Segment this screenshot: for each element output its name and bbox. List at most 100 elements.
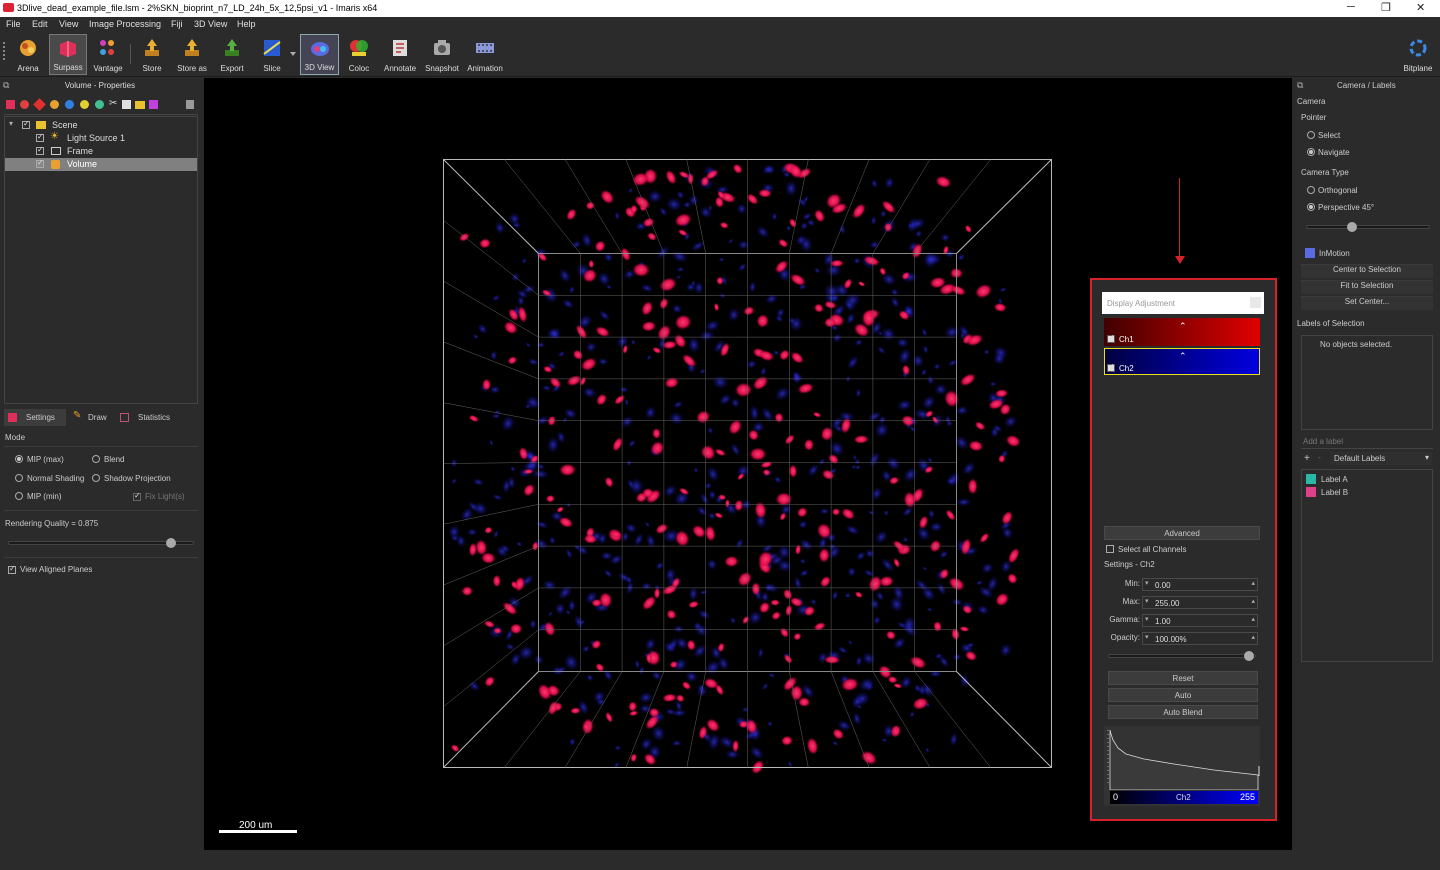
select-all-channels-checkbox[interactable] <box>1106 545 1114 553</box>
slice-button[interactable]: Slice <box>256 34 288 75</box>
add-frame-icon[interactable] <box>95 100 104 109</box>
pointer-navigate-radio[interactable] <box>1307 148 1315 156</box>
add-cells-icon[interactable] <box>65 100 74 109</box>
gamma-field[interactable]: ▾ 1.00 ▴ <box>1142 614 1258 627</box>
add-label-input[interactable]: Add a label <box>1303 437 1343 446</box>
tree-item-scene[interactable]: ▾ Scene <box>5 119 197 132</box>
label-set-dropdown[interactable]: Default Labels ▾ <box>1330 452 1432 465</box>
rendering-quality-thumb[interactable] <box>165 538 176 548</box>
store-as-button[interactable]: Store as <box>174 34 210 75</box>
volume-checkbox[interactable] <box>36 158 44 168</box>
frame-checkbox[interactable] <box>36 145 44 155</box>
ch1-checkbox[interactable] <box>1107 333 1115 343</box>
snapshot-button[interactable]: Snapshot <box>423 34 461 75</box>
menu-help[interactable]: Help <box>237 19 256 29</box>
tree-item-volume[interactable]: Volume <box>5 158 197 171</box>
ch2-channel-bar[interactable]: Ch2 ⌃ <box>1104 348 1260 375</box>
remove-label-icon[interactable]: - <box>1318 453 1321 462</box>
mode-shadow-projection-radio[interactable] <box>92 474 100 482</box>
scissors-icon[interactable]: ✂ <box>109 98 117 109</box>
menu-3d-view[interactable]: 3D View <box>194 19 227 29</box>
ch2-checkbox[interactable] <box>1107 362 1115 372</box>
undock-icon[interactable]: ⧉ <box>1297 80 1303 91</box>
max-dropdown-icon[interactable]: ▾ <box>1145 597 1149 605</box>
max-spin-icon[interactable]: ▴ <box>1251 597 1255 605</box>
view-aligned-planes-checkbox[interactable] <box>8 564 16 574</box>
tab-settings[interactable]: Settings <box>4 409 66 426</box>
tree-item-frame[interactable]: Frame <box>5 145 197 158</box>
annotate-button[interactable]: Annotate <box>381 34 419 75</box>
tree-item-light-source[interactable]: ☀ Light Source 1 <box>5 131 197 145</box>
animation-button[interactable]: Animation <box>465 34 505 75</box>
bitplane-button[interactable]: Bitplane <box>1400 34 1436 75</box>
pointer-select-radio[interactable] <box>1307 131 1315 139</box>
menu-view[interactable]: View <box>59 19 78 29</box>
close-button[interactable]: ✕ <box>1416 1 1425 14</box>
add-light-icon[interactable] <box>80 100 89 109</box>
min-spin-icon[interactable]: ▴ <box>1251 579 1255 587</box>
auto-blend-button[interactable]: Auto Blend <box>1108 705 1258 719</box>
perspective-radio[interactable] <box>1307 203 1315 211</box>
close-panel-icon[interactable] <box>1250 297 1261 308</box>
delete-icon[interactable] <box>186 100 194 109</box>
opacity-slider[interactable] <box>1108 654 1256 658</box>
opacity-slider-thumb[interactable] <box>1244 651 1254 661</box>
fit-to-selection-button[interactable]: Fit to Selection <box>1301 280 1433 294</box>
add-measurement-icon[interactable] <box>149 100 158 109</box>
mode-mip-min-radio[interactable] <box>15 492 23 500</box>
scene-checkbox[interactable] <box>22 119 30 129</box>
ch2-handle-icon[interactable]: ⌃ <box>1179 351 1187 362</box>
vantage-button[interactable]: Vantage <box>90 34 126 75</box>
perspective-slider-thumb[interactable] <box>1347 222 1357 232</box>
mode-blend-radio[interactable] <box>92 455 100 463</box>
gamma-spin-icon[interactable]: ▴ <box>1251 615 1255 623</box>
minimize-button[interactable]: ─ <box>1347 1 1355 13</box>
ch1-handle-icon[interactable]: ⌃ <box>1179 321 1187 332</box>
advanced-button[interactable]: Advanced <box>1104 526 1260 540</box>
toolbar-grip[interactable] <box>3 42 7 60</box>
export-button[interactable]: Export <box>215 34 249 75</box>
add-surfaces-icon[interactable] <box>20 100 29 109</box>
opacity-dropdown-icon[interactable]: ▾ <box>1145 633 1149 641</box>
min-field[interactable]: ▾ 0.00 ▴ <box>1142 578 1258 591</box>
add-clipping-plane-icon[interactable] <box>122 100 131 109</box>
opacity-spin-icon[interactable]: ▴ <box>1251 633 1255 641</box>
menu-image-processing[interactable]: Image Processing <box>89 19 161 29</box>
tab-draw[interactable]: ✎ Draw <box>70 409 114 426</box>
3d-view-button[interactable]: 3D View <box>300 34 339 75</box>
arena-button[interactable]: Arena <box>11 34 45 75</box>
add-filaments-icon[interactable] <box>33 98 46 111</box>
menu-edit[interactable]: Edit <box>32 19 48 29</box>
ch1-channel-bar[interactable]: Ch1 ⌃ <box>1104 318 1260 346</box>
menu-fiji[interactable]: Fiji <box>171 19 183 29</box>
min-dropdown-icon[interactable]: ▾ <box>1145 579 1149 587</box>
coloc-button[interactable]: Coloc <box>344 34 374 75</box>
opacity-field[interactable]: ▾ 100.00% ▴ <box>1142 632 1258 645</box>
max-field[interactable]: ▾ 255.00 ▴ <box>1142 596 1258 609</box>
collapse-icon[interactable]: ▾ <box>9 119 13 128</box>
slice-dropdown-arrow-icon[interactable] <box>290 52 296 56</box>
add-label-plus-icon[interactable]: + <box>1304 453 1310 464</box>
add-group-icon[interactable] <box>135 101 145 109</box>
menu-file[interactable]: File <box>6 19 21 29</box>
add-spots-icon[interactable] <box>50 100 59 109</box>
fix-lights-checkbox[interactable] <box>133 491 141 501</box>
add-volume-icon[interactable] <box>6 100 15 109</box>
mode-mip-max-radio[interactable] <box>15 455 23 463</box>
restore-button[interactable]: ❐ <box>1381 1 1391 14</box>
center-to-selection-button[interactable]: Center to Selection <box>1301 264 1433 278</box>
orthogonal-radio[interactable] <box>1307 186 1315 194</box>
label-a-text[interactable]: Label A <box>1321 475 1348 484</box>
store-button[interactable]: Store <box>136 34 168 75</box>
reset-button[interactable]: Reset <box>1108 671 1258 685</box>
tab-statistics[interactable]: Statistics <box>118 409 178 426</box>
auto-button[interactable]: Auto <box>1108 688 1258 702</box>
set-center-button[interactable]: Set Center... <box>1301 296 1433 310</box>
light-source-checkbox[interactable] <box>36 132 44 142</box>
label-b-text[interactable]: Label B <box>1321 488 1348 497</box>
histogram[interactable]: 0 Ch2 255 <box>1104 726 1260 806</box>
perspective-slider[interactable] <box>1306 225 1430 229</box>
gamma-dropdown-icon[interactable]: ▾ <box>1145 615 1149 623</box>
surpass-button[interactable]: Surpass <box>49 34 87 75</box>
mode-normal-shading-radio[interactable] <box>15 474 23 482</box>
